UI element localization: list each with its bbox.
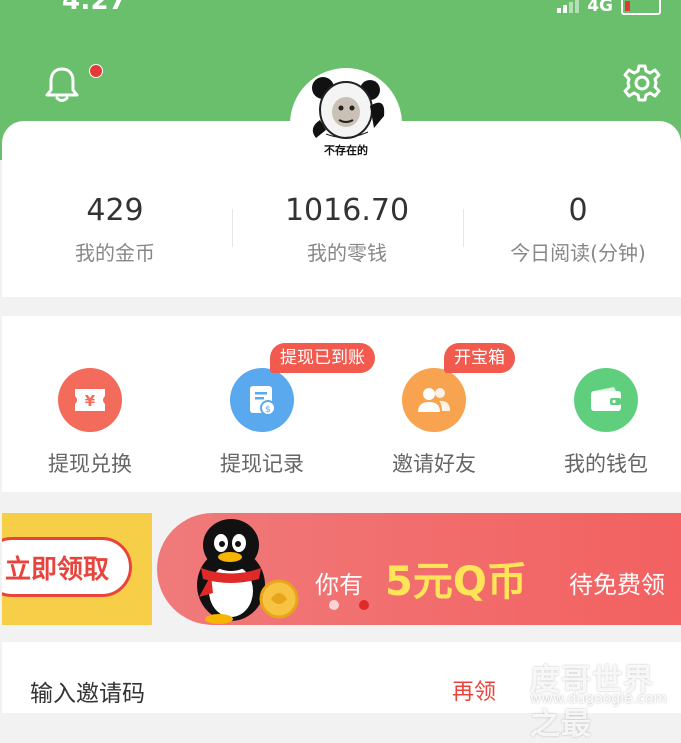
stat-divider	[232, 209, 233, 247]
network-label: 4G	[587, 0, 613, 16]
coins-label: 我的金币	[75, 241, 155, 265]
stat-divider	[463, 209, 464, 247]
stat-coins[interactable]: 429 我的金币	[2, 193, 228, 266]
withdraw-record-button[interactable]: $ 提现记录	[177, 368, 347, 478]
carousel-dot-active[interactable]	[359, 600, 369, 610]
action-label: 提现兑换	[48, 452, 132, 476]
claim-now-button[interactable]: 立即领取	[2, 537, 132, 597]
change-value: 1016.70	[284, 193, 410, 228]
withdraw-exchange-button[interactable]: ¥ 提现兑换	[5, 368, 175, 478]
status-time: 4:27	[62, 0, 127, 16]
action-label: 邀请好友	[392, 452, 476, 476]
watermark: 度哥世界之最 www.dugoogle.com	[500, 655, 680, 742]
avatar-caption: 不存在的	[324, 144, 368, 157]
avatar[interactable]: 不存在的	[290, 68, 402, 180]
invite-code-label: 输入邀请码	[30, 681, 145, 707]
panda-avatar-image	[312, 77, 385, 139]
watermark-logo-icon	[500, 661, 530, 691]
reading-label: 今日阅读(分钟)	[510, 241, 646, 265]
coins-value: 429	[86, 193, 144, 228]
invite-reward-link[interactable]: 再领	[452, 674, 496, 706]
invite-friends-button[interactable]: 邀请好友	[349, 368, 519, 478]
receipt-icon: $	[230, 368, 294, 432]
reading-value: 0	[568, 193, 588, 228]
watermark-url: www.dugoogle.com	[530, 691, 668, 707]
penguin-icon	[197, 519, 299, 624]
users-icon	[402, 368, 466, 432]
notification-badge	[89, 64, 103, 78]
carousel-dot[interactable]	[329, 600, 339, 610]
wallet-icon	[574, 368, 638, 432]
battery-icon	[621, 0, 661, 15]
promo-suffix: 待免费领	[569, 571, 665, 599]
qcoin-promo[interactable]: 你有 5元Q币 待免费领	[157, 513, 681, 625]
ticket-icon: ¥	[58, 368, 122, 432]
my-wallet-button[interactable]: 我的钱包	[521, 368, 681, 478]
withdraw-arrived-badge: 提现已到账	[270, 343, 375, 373]
gear-icon[interactable]	[622, 63, 662, 103]
treasure-box-badge: 开宝箱	[444, 343, 515, 373]
promo-banner[interactable]: 立即领取 你有 5元Q币 待免费领	[2, 513, 681, 625]
promo-highlight: 5元Q币	[385, 559, 527, 605]
stat-change[interactable]: 1016.70 我的零钱	[234, 193, 460, 266]
action-label: 我的钱包	[564, 452, 648, 476]
svg-text:$: $	[265, 405, 271, 415]
stat-reading[interactable]: 0 今日阅读(分钟)	[465, 193, 681, 266]
action-label: 提现记录	[220, 452, 304, 476]
change-label: 我的零钱	[307, 241, 387, 265]
action-grid: ¥ 提现兑换 $ 提现记录 邀请好友 我的钱包 提现已到账 开宝箱	[2, 316, 681, 492]
signal-icon	[557, 0, 580, 13]
promo-prefix: 你有	[315, 571, 363, 599]
bell-icon[interactable]	[42, 64, 82, 104]
svg-text:¥: ¥	[85, 392, 96, 410]
status-indicators: 4G	[557, 0, 661, 16]
